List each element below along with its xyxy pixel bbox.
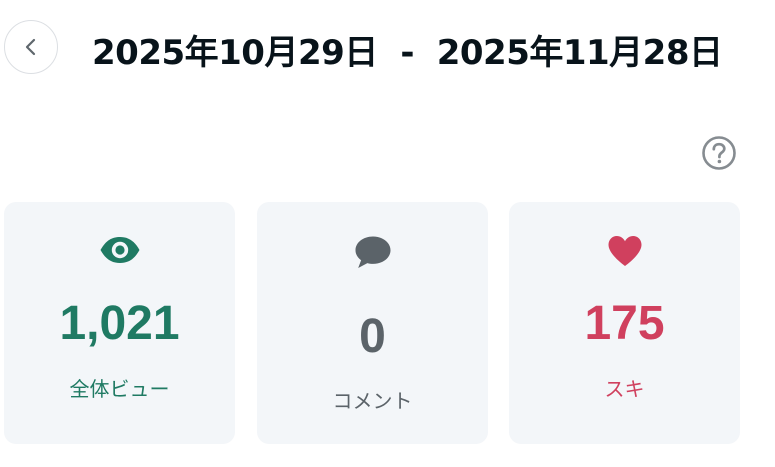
comments-label: コメント [332, 389, 413, 413]
page-title: 2025年10月29日 - 2025年11月28日 [92, 33, 723, 73]
heart-icon [608, 236, 641, 266]
question-circle-icon [702, 136, 736, 170]
views-label: 全体ビュー [69, 377, 170, 401]
views-card: 1,021 全体ビュー [4, 202, 235, 444]
comments-count: 0 [359, 310, 386, 363]
chevron-left-icon [25, 38, 36, 56]
views-count: 1,021 [59, 297, 180, 350]
speech-bubble-icon [355, 236, 390, 268]
likes-card: 175 スキ [509, 202, 740, 444]
eye-icon [100, 237, 139, 263]
likes-count: 175 [584, 297, 665, 350]
stats-page: 2025年10月29日 - 2025年11月28日 1,021 全体ビュー 0 … [0, 0, 775, 467]
likes-label: スキ [604, 377, 645, 401]
back-button[interactable] [4, 20, 58, 74]
help-button[interactable] [700, 134, 738, 172]
comments-card: 0 コメント [257, 202, 488, 444]
stats-cards: 1,021 全体ビュー 0 コメント 175 スキ [4, 202, 740, 444]
